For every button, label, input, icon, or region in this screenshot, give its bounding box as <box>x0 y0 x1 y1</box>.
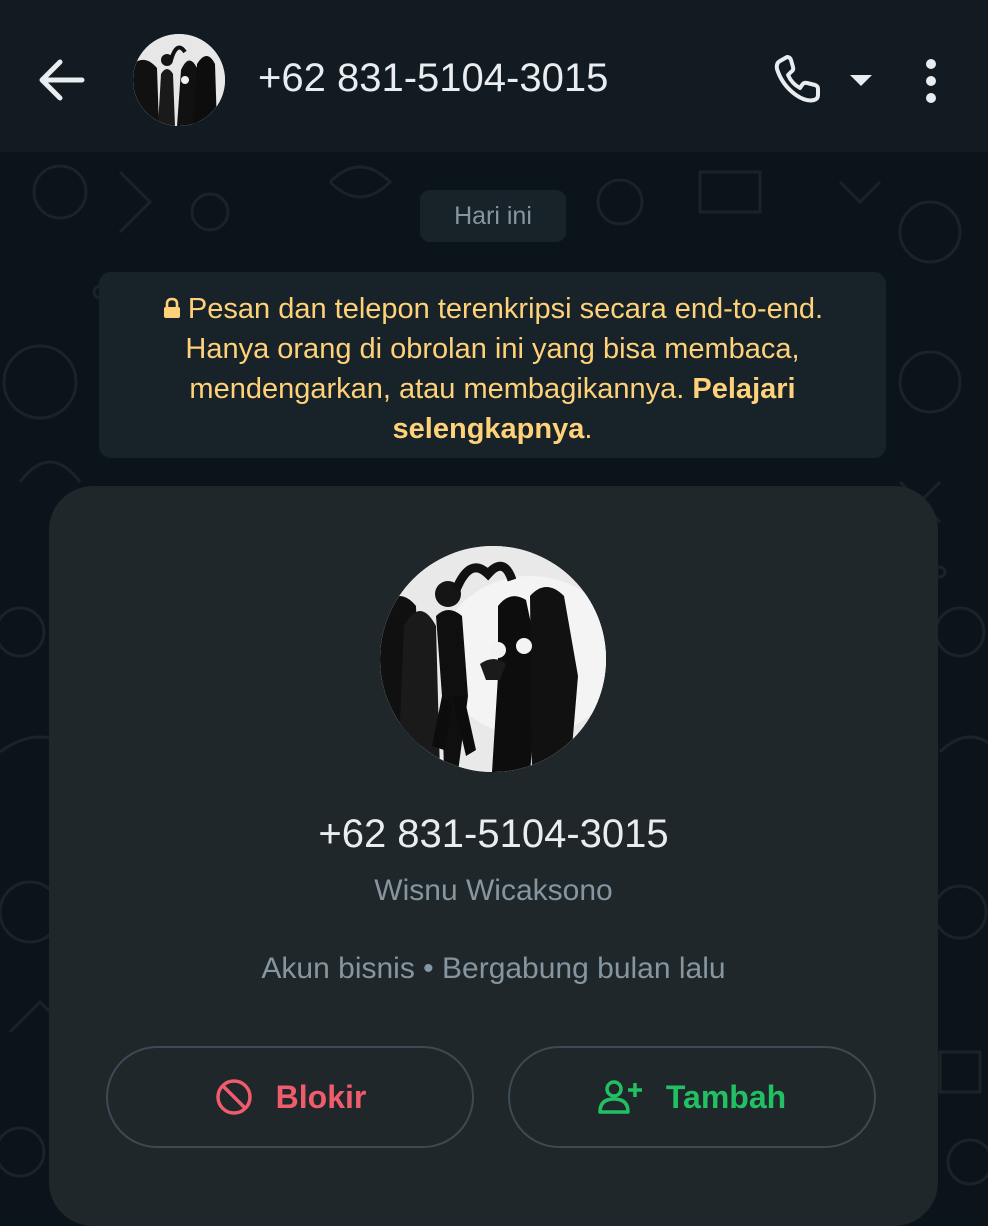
add-contact-button[interactable]: Tambah <box>508 1046 876 1148</box>
date-chip: Hari ini <box>420 190 566 242</box>
lock-icon <box>163 297 180 318</box>
contact-phone: +62 831-5104-3015 <box>318 812 669 856</box>
block-label: Blokir <box>275 1078 367 1115</box>
avatar[interactable] <box>133 34 225 126</box>
block-button[interactable]: Blokir <box>106 1046 474 1148</box>
add-person-icon <box>598 1080 642 1114</box>
add-label: Tambah <box>665 1078 787 1115</box>
more-vert-icon[interactable] <box>914 56 948 106</box>
encryption-notice-suffix: . <box>584 413 593 445</box>
phone-icon[interactable] <box>772 55 824 105</box>
contact-avatar[interactable] <box>380 546 606 772</box>
chat-title[interactable]: +62 831-5104-3015 <box>258 56 608 101</box>
chat-header: +62 831-5104-3015 <box>0 0 988 152</box>
block-icon <box>215 1079 252 1115</box>
encryption-notice[interactable]: Pesan dan telepon terenkripsi secara end… <box>99 272 886 458</box>
avatar-photo <box>133 34 225 126</box>
contact-name: Wisnu Wicaksono <box>374 874 613 907</box>
dropdown-caret-icon[interactable] <box>848 70 874 90</box>
contact-photo <box>380 546 606 772</box>
contact-info-card: +62 831-5104-3015 Wisnu Wicaksono Akun b… <box>49 486 938 1226</box>
back-arrow-icon[interactable] <box>36 58 86 102</box>
contact-info: Akun bisnis • Bergabung bulan lalu <box>261 952 726 985</box>
